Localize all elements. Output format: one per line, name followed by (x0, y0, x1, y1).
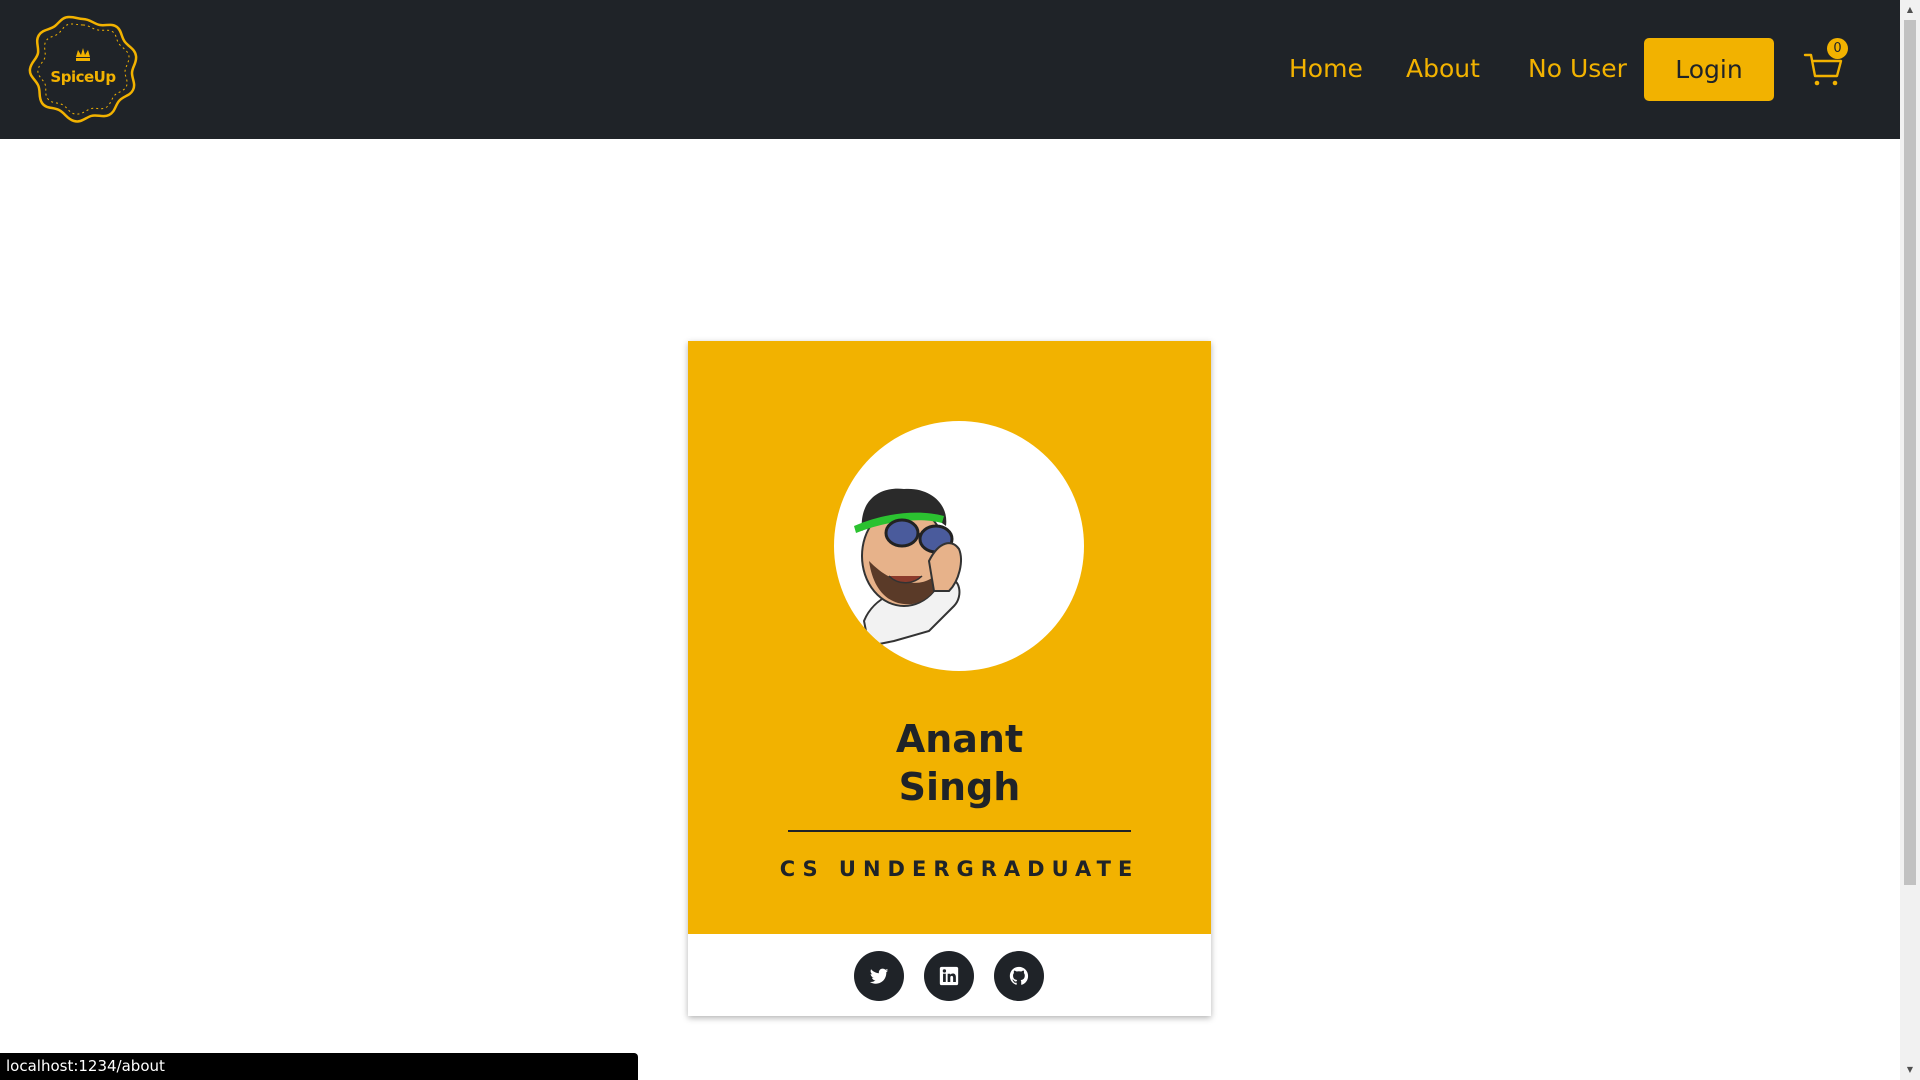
login-button[interactable]: Login (1644, 38, 1774, 101)
linkedin-button[interactable] (924, 951, 974, 1001)
profile-first-name: Anant (895, 717, 1024, 761)
scroll-up-arrow-icon[interactable]: ▲ (1904, 4, 1916, 16)
twitter-icon (869, 968, 889, 984)
nav-about-link[interactable]: About (1406, 50, 1480, 88)
status-bar-url: localhost:1234/about (0, 1053, 638, 1080)
logo-text: SpiceUp (50, 68, 116, 86)
bitmoji-avatar-image (854, 488, 962, 648)
profile-name: Anant Singh (688, 715, 1231, 811)
scrollbar-thumb[interactable] (1904, 20, 1916, 885)
avatar (834, 421, 1084, 671)
twitter-button[interactable] (854, 951, 904, 1001)
profile-card-header: Anant Singh CS UNDERGRADUATE (688, 341, 1211, 934)
name-divider (788, 830, 1131, 832)
profile-role: CS UNDERGRADUATE (779, 857, 1140, 881)
profile-card: Anant Singh CS UNDERGRADUATE (688, 341, 1211, 1016)
navbar: SpiceUp Home About No User Login 0 (0, 0, 1900, 139)
linkedin-icon (939, 966, 959, 986)
cart-count-badge: 0 (1827, 38, 1848, 59)
github-button[interactable] (994, 951, 1044, 1001)
github-icon (1009, 966, 1029, 985)
spiceup-logo[interactable]: SpiceUp (28, 15, 138, 123)
nav-home-link[interactable]: Home (1289, 50, 1363, 88)
scroll-down-arrow-icon[interactable]: ▼ (1904, 1064, 1916, 1076)
profile-last-name: Singh (898, 765, 1021, 809)
nav-user-link[interactable]: No User (1528, 50, 1627, 88)
